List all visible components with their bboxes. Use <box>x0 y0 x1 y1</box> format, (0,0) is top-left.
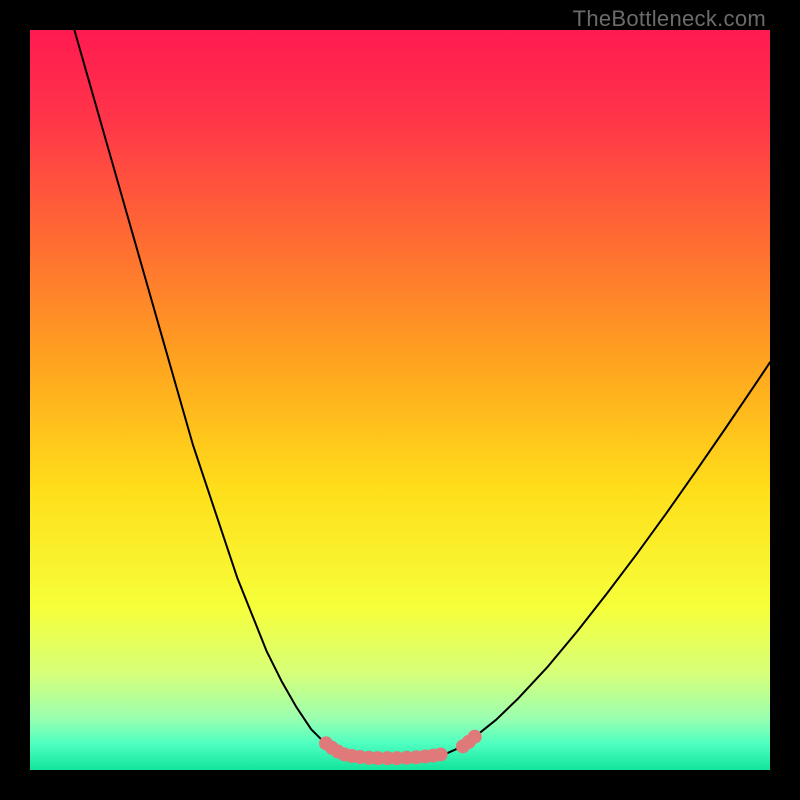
marker-bottom-cluster <box>468 730 482 744</box>
chart-svg <box>30 30 770 770</box>
chart-frame: TheBottleneck.com <box>0 0 800 800</box>
plot-area <box>30 30 770 770</box>
gradient-background <box>30 30 770 770</box>
watermark-text: TheBottleneck.com <box>573 6 766 32</box>
marker-bottom-cluster <box>434 747 448 761</box>
